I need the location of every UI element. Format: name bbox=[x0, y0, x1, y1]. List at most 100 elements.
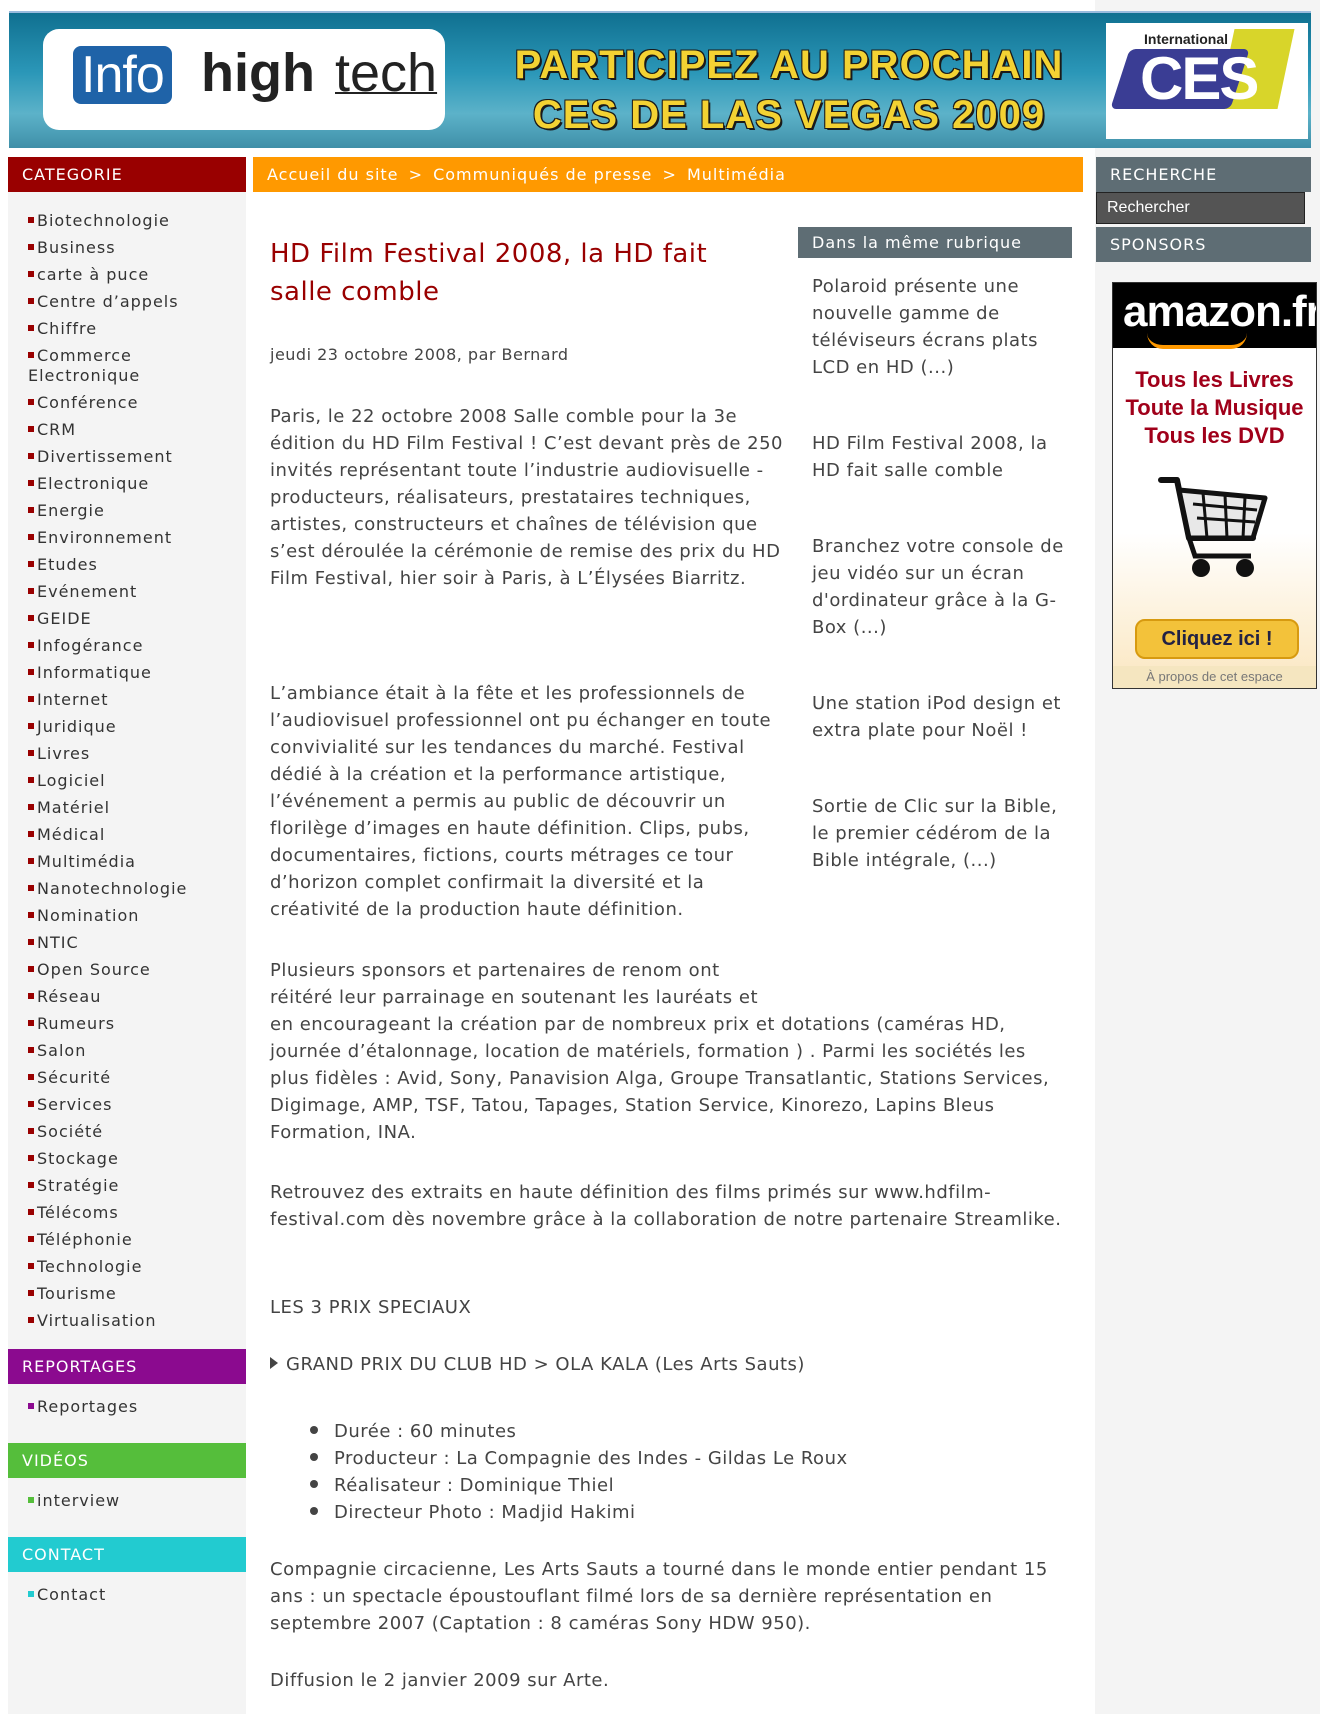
bullet-icon bbox=[28, 723, 34, 729]
ad-line-3: Tous les DVD bbox=[1144, 423, 1285, 448]
bullet-icon bbox=[310, 1480, 318, 1488]
category-item[interactable]: Matériel bbox=[28, 798, 238, 818]
category-label: Télécoms bbox=[37, 1203, 119, 1222]
triangle-right-icon bbox=[270, 1357, 278, 1369]
same-rubrique-link[interactable]: HD Film Festival 2008, la HD fait salle … bbox=[812, 430, 1074, 484]
breadcrumb-section[interactable]: Communiqués de presse bbox=[433, 165, 652, 184]
bullet-icon bbox=[28, 1497, 34, 1503]
category-item[interactable]: Technologie bbox=[28, 1257, 238, 1277]
search-box bbox=[1096, 192, 1305, 224]
film-detail-label: Durée : 60 minutes bbox=[334, 1421, 517, 1442]
category-item[interactable]: Tourisme bbox=[28, 1284, 238, 1304]
article-paragraph-2: L’ambiance était à la fête et les profes… bbox=[270, 683, 772, 920]
category-item[interactable]: Environnement bbox=[28, 528, 238, 548]
category-item[interactable]: Commerce Electronique bbox=[28, 346, 238, 386]
category-item[interactable]: Evénement bbox=[28, 582, 238, 602]
category-item[interactable]: Réseau bbox=[28, 987, 238, 1007]
category-label: Société bbox=[37, 1122, 104, 1141]
category-item[interactable]: Juridique bbox=[28, 717, 238, 737]
category-item[interactable]: Salon bbox=[28, 1041, 238, 1061]
interview-link[interactable]: interview bbox=[28, 1491, 120, 1510]
bullet-icon bbox=[28, 399, 34, 405]
category-item[interactable]: Médical bbox=[28, 825, 238, 845]
bullet-icon bbox=[28, 217, 34, 223]
category-label: Infogérance bbox=[37, 636, 144, 655]
reportages-link[interactable]: Reportages bbox=[28, 1397, 138, 1416]
category-item[interactable]: Internet bbox=[28, 690, 238, 710]
category-label: Business bbox=[37, 238, 116, 257]
category-item[interactable]: Logiciel bbox=[28, 771, 238, 791]
contact-header: CONTACT bbox=[8, 1537, 246, 1572]
category-item[interactable]: Nomination bbox=[28, 906, 238, 926]
bullet-icon bbox=[28, 1591, 34, 1597]
category-item[interactable]: Business bbox=[28, 238, 238, 258]
film-detail-label: Directeur Photo : Madjid Hakimi bbox=[334, 1502, 636, 1523]
category-item[interactable]: Stratégie bbox=[28, 1176, 238, 1196]
bullet-icon bbox=[28, 480, 34, 486]
bullet-icon bbox=[28, 1074, 34, 1080]
reportages-link-label: Reportages bbox=[37, 1397, 139, 1416]
category-item[interactable]: Stockage bbox=[28, 1149, 238, 1169]
videos-header: VIDÉOS bbox=[8, 1443, 246, 1478]
category-label: NTIC bbox=[37, 933, 79, 952]
category-item[interactable]: Télécoms bbox=[28, 1203, 238, 1223]
category-label: Chiffre bbox=[37, 319, 98, 338]
category-item[interactable]: Conférence bbox=[28, 393, 238, 413]
bullet-icon bbox=[28, 1236, 34, 1242]
category-item[interactable]: Etudes bbox=[28, 555, 238, 575]
search-input[interactable] bbox=[1097, 193, 1302, 223]
same-rubrique-link[interactable]: Une station iPod design et extra plate p… bbox=[812, 690, 1074, 744]
bullet-icon bbox=[28, 1290, 34, 1296]
category-item[interactable]: Informatique bbox=[28, 663, 238, 683]
site-logo[interactable]: Info high tech bbox=[43, 29, 445, 130]
category-item[interactable]: Livres bbox=[28, 744, 238, 764]
category-item[interactable]: Virtualisation bbox=[28, 1311, 238, 1331]
category-item[interactable]: Energie bbox=[28, 501, 238, 521]
category-label: Divertissement bbox=[37, 447, 173, 466]
same-rubrique-link[interactable]: Branchez votre console de jeu vidéo sur … bbox=[812, 533, 1074, 641]
category-label: Biotechnologie bbox=[37, 211, 170, 230]
category-label: Services bbox=[37, 1095, 113, 1114]
interview-link-label: interview bbox=[37, 1491, 121, 1510]
bullet-icon bbox=[28, 271, 34, 277]
category-item[interactable]: Rumeurs bbox=[28, 1014, 238, 1034]
breadcrumb-home[interactable]: Accueil du site bbox=[267, 165, 399, 184]
category-item[interactable]: Multimédia bbox=[28, 852, 238, 872]
ad-click-button[interactable]: Cliquez ici ! bbox=[1135, 619, 1299, 659]
category-list: Biotechnologie Business carte à puce Centre… bbox=[28, 211, 238, 1338]
ad-line-2: Toute la Musique bbox=[1125, 395, 1304, 420]
same-rubrique-link[interactable]: Sortie de Clic sur la Bible, le premier … bbox=[812, 793, 1074, 874]
ad-about-link[interactable]: À propos de cet espace bbox=[1113, 666, 1316, 688]
category-item[interactable]: Société bbox=[28, 1122, 238, 1142]
amazon-ad[interactable]: amazon.fr Tous les Livres Toute la Musiq… bbox=[1112, 282, 1317, 689]
contact-link[interactable]: Contact bbox=[28, 1585, 106, 1604]
category-item[interactable]: Nanotechnologie bbox=[28, 879, 238, 899]
category-item[interactable]: Services bbox=[28, 1095, 238, 1115]
bullet-icon bbox=[28, 912, 34, 918]
category-label: GEIDE bbox=[37, 609, 92, 628]
category-label: Energie bbox=[37, 501, 105, 520]
category-item[interactable]: Divertissement bbox=[28, 447, 238, 467]
category-item[interactable]: Open Source bbox=[28, 960, 238, 980]
bullet-icon bbox=[28, 1403, 34, 1409]
bullet-icon bbox=[28, 615, 34, 621]
category-item[interactable]: Sécurité bbox=[28, 1068, 238, 1088]
category-item[interactable]: carte à puce bbox=[28, 265, 238, 285]
category-item[interactable]: CRM bbox=[28, 420, 238, 440]
category-item[interactable]: Téléphonie bbox=[28, 1230, 238, 1250]
same-rubrique-link[interactable]: Polaroid présente une nouvelle gamme de … bbox=[812, 273, 1074, 381]
category-item[interactable]: Chiffre bbox=[28, 319, 238, 339]
category-label: Sécurité bbox=[37, 1068, 112, 1087]
category-item[interactable]: Infogérance bbox=[28, 636, 238, 656]
header-banner[interactable]: Info high tech PARTICIPEZ AU PROCHAIN CE… bbox=[9, 11, 1311, 148]
category-item[interactable]: Electronique bbox=[28, 474, 238, 494]
breadcrumb-subsection[interactable]: Multimédia bbox=[687, 165, 786, 184]
category-label: Informatique bbox=[37, 663, 152, 682]
bullet-icon bbox=[28, 1020, 34, 1026]
category-label: Nanotechnologie bbox=[37, 879, 188, 898]
category-item[interactable]: Biotechnologie bbox=[28, 211, 238, 231]
bullet-icon bbox=[28, 885, 34, 891]
category-item[interactable]: GEIDE bbox=[28, 609, 238, 629]
category-item[interactable]: Centre d’appels bbox=[28, 292, 238, 312]
category-item[interactable]: NTIC bbox=[28, 933, 238, 953]
